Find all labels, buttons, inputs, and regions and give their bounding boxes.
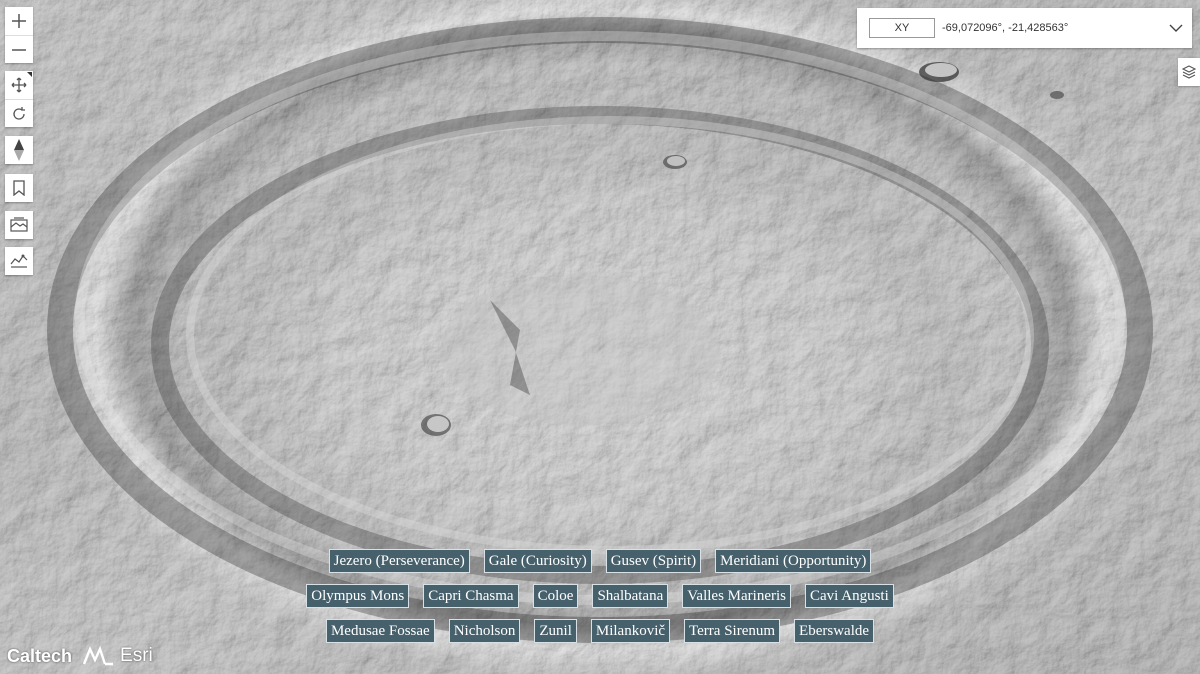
jpl-logo-icon [82, 646, 114, 666]
elevation-profile-icon [10, 254, 28, 268]
location-row-1: Jezero (Perseverance) Gale (Curiosity) G… [0, 549, 1200, 573]
location-button-milankovic[interactable]: Milankovič [590, 619, 671, 643]
bookmarks-button[interactable] [5, 174, 33, 202]
layer-list-button[interactable] [1178, 58, 1200, 86]
bookmark-icon [13, 180, 25, 196]
zoom-controls [5, 7, 33, 63]
compass-icon [14, 139, 24, 161]
zoom-in-button[interactable] [5, 7, 33, 35]
move-icon [11, 77, 27, 93]
location-row-2: Olympus Mons Capri Chasma Coloe Shalbata… [0, 584, 1200, 608]
elevation-control [5, 247, 33, 275]
location-button-capri-chasma[interactable]: Capri Chasma [423, 584, 519, 608]
location-button-cavi-angusti[interactable]: Cavi Angusti [804, 584, 894, 608]
chevron-down-icon [1169, 24, 1183, 32]
expand-button[interactable] [1160, 8, 1192, 48]
location-button-meridiani[interactable]: Meridiani (Opportunity) [715, 549, 872, 573]
esri-logo: Esri [120, 645, 153, 666]
compass-button[interactable] [5, 136, 33, 164]
location-button-gale[interactable]: Gale (Curiosity) [483, 549, 592, 573]
location-button-nicholson[interactable]: Nicholson [448, 619, 521, 643]
location-button-olympus-mons[interactable]: Olympus Mons [306, 584, 410, 608]
location-button-medusae-fossae[interactable]: Medusae Fossae [325, 619, 435, 643]
coordinate-conversion: XY -69,072096°, -21,428563° [857, 8, 1192, 48]
caltech-logo: Caltech [7, 645, 73, 666]
mode-indicator [27, 72, 32, 77]
rotate-icon [13, 106, 25, 120]
location-button-coloe[interactable]: Coloe [532, 584, 579, 608]
bookmarks-control [5, 174, 33, 202]
location-button-eberswalde[interactable]: Eberswalde [794, 619, 875, 643]
location-button-terra-sirenum[interactable]: Terra Sirenum [684, 619, 781, 643]
attribution-logos: Caltech Esri [7, 642, 153, 670]
coordinate-format-select[interactable]: XY [869, 18, 935, 38]
location-button-gusev[interactable]: Gusev (Spirit) [605, 549, 702, 573]
pan-button[interactable] [5, 71, 33, 99]
coordinate-value: -69,072096°, -21,428563° [942, 22, 1069, 34]
navigation-controls [5, 71, 33, 127]
location-button-zunil[interactable]: Zunil [534, 619, 577, 643]
basemap-control [5, 211, 33, 239]
location-button-valles-marineris[interactable]: Valles Marineris [682, 584, 791, 608]
layers-icon [1181, 65, 1197, 79]
plus-icon [12, 14, 26, 28]
basemap-gallery-icon [10, 217, 28, 232]
compass-control [5, 136, 33, 164]
rotate-button[interactable] [5, 99, 33, 127]
location-row-3: Medusae Fossae Nicholson Zunil Milankovi… [0, 619, 1200, 643]
basemap-gallery-button[interactable] [5, 211, 33, 239]
minus-icon [12, 48, 26, 51]
zoom-out-button[interactable] [5, 35, 33, 63]
location-button-jezero[interactable]: Jezero (Perseverance) [328, 549, 470, 573]
elevation-profile-button[interactable] [5, 247, 33, 275]
location-button-shalbatana[interactable]: Shalbatana [592, 584, 669, 608]
